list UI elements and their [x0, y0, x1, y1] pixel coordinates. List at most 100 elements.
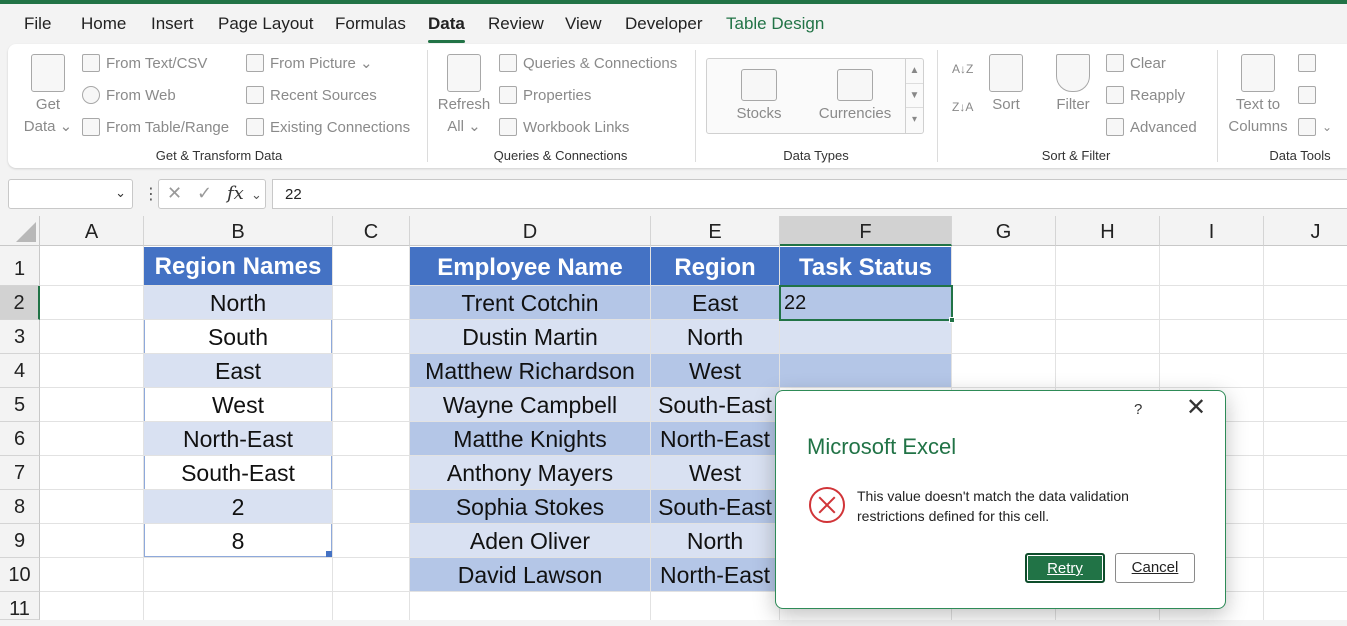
- existing-connections-button[interactable]: Existing Connections: [246, 118, 410, 136]
- region-cell[interactable]: South-East: [144, 456, 332, 489]
- region-cell[interactable]: 8: [144, 524, 332, 557]
- region-cell[interactable]: 2: [144, 490, 332, 523]
- retry-button[interactable]: Retry: [1025, 553, 1105, 583]
- region-header[interactable]: Region: [651, 247, 779, 285]
- employee-name-cell[interactable]: Matthe Knights: [410, 422, 650, 455]
- gallery-more-icon[interactable]: ▾: [906, 108, 923, 133]
- tab-formulas[interactable]: Formulas: [335, 14, 406, 34]
- col-header-d[interactable]: D: [410, 216, 651, 246]
- formula-input[interactable]: 22: [272, 179, 1347, 209]
- employee-region-cell[interactable]: North-East: [651, 422, 779, 455]
- col-header-h[interactable]: H: [1056, 216, 1160, 246]
- task-status-cell[interactable]: [780, 320, 951, 353]
- employee-region-cell[interactable]: East: [651, 286, 779, 319]
- task-status-header[interactable]: Task Status: [780, 247, 951, 285]
- region-cell[interactable]: East: [144, 354, 332, 387]
- gallery-scroll[interactable]: ▲ ▼ ▾: [905, 59, 923, 133]
- col-header-i[interactable]: I: [1160, 216, 1264, 246]
- workbook-links-button[interactable]: Workbook Links: [499, 118, 629, 136]
- chevron-down-icon[interactable]: ⌄: [251, 187, 262, 203]
- remove-duplicates-button[interactable]: [1298, 86, 1322, 104]
- from-picture-button[interactable]: From Picture ⌄: [246, 54, 373, 72]
- data-validation-button[interactable]: ⌄: [1298, 118, 1332, 136]
- region-names-header[interactable]: Region Names: [144, 247, 332, 285]
- col-header-c[interactable]: C: [333, 216, 410, 246]
- recent-sources-button[interactable]: Recent Sources: [246, 86, 377, 104]
- name-box[interactable]: ⌄: [8, 179, 133, 209]
- queries-connections-button[interactable]: Queries & Connections: [499, 54, 677, 72]
- region-cell[interactable]: North-East: [144, 422, 332, 455]
- row-header-3[interactable]: 3: [0, 320, 40, 354]
- row-header-10[interactable]: 10: [0, 558, 40, 592]
- employee-region-cell[interactable]: North: [651, 524, 779, 557]
- tab-review[interactable]: Review: [488, 14, 544, 34]
- text-to-columns-button[interactable]: Text to Columns: [1226, 54, 1290, 138]
- scroll-up-icon[interactable]: ▲: [906, 59, 923, 84]
- employee-region-cell[interactable]: West: [651, 354, 779, 387]
- employee-name-cell[interactable]: Trent Cotchin: [410, 286, 650, 319]
- tab-insert[interactable]: Insert: [151, 14, 194, 34]
- close-icon[interactable]: ✕: [1186, 396, 1206, 420]
- tab-file[interactable]: File: [24, 14, 51, 34]
- filter-button[interactable]: Filter: [1050, 54, 1096, 116]
- row-header-5[interactable]: 5: [0, 388, 40, 422]
- employee-region-cell[interactable]: South-East: [651, 388, 779, 421]
- employee-name-cell[interactable]: David Lawson: [410, 558, 650, 591]
- col-header-j[interactable]: J: [1264, 216, 1347, 246]
- cancel-button[interactable]: Cancel: [1115, 553, 1195, 583]
- row-header-6[interactable]: 6: [0, 422, 40, 456]
- col-header-e[interactable]: E: [651, 216, 780, 246]
- tab-view[interactable]: View: [565, 14, 602, 34]
- get-data-button[interactable]: Get Data ⌄: [22, 54, 74, 138]
- row-header-8[interactable]: 8: [0, 490, 40, 524]
- from-text-csv-button[interactable]: From Text/CSV: [82, 54, 207, 72]
- row-header-1[interactable]: 1: [0, 246, 40, 286]
- currencies-button[interactable]: Currencies: [817, 69, 893, 125]
- row-header-4[interactable]: 4: [0, 354, 40, 388]
- region-cell[interactable]: South: [144, 320, 332, 353]
- stocks-button[interactable]: Stocks: [729, 69, 789, 125]
- task-status-cell[interactable]: [780, 354, 951, 387]
- clear-filter-button[interactable]: Clear: [1106, 54, 1166, 72]
- tab-table-design[interactable]: Table Design: [726, 14, 824, 34]
- col-header-f[interactable]: F: [780, 216, 952, 246]
- region-cell[interactable]: North: [144, 286, 332, 319]
- employee-name-header[interactable]: Employee Name: [410, 247, 650, 285]
- row-header-11[interactable]: 11: [0, 592, 40, 620]
- sort-ascending-button[interactable]: A↓Z: [952, 62, 980, 84]
- employee-name-cell[interactable]: Wayne Campbell: [410, 388, 650, 421]
- row-header-9[interactable]: 9: [0, 524, 40, 558]
- employee-name-cell[interactable]: Anthony Mayers: [410, 456, 650, 489]
- employee-region-cell[interactable]: West: [651, 456, 779, 489]
- properties-button[interactable]: Properties: [499, 86, 591, 104]
- tab-developer[interactable]: Developer: [625, 14, 703, 34]
- employee-name-cell[interactable]: Matthew Richardson: [410, 354, 650, 387]
- employee-name-cell[interactable]: Sophia Stokes: [410, 490, 650, 523]
- tab-data[interactable]: Data: [428, 14, 465, 43]
- sort-descending-button[interactable]: Z↓A: [952, 100, 980, 122]
- chevron-down-icon[interactable]: ⌄: [115, 185, 126, 201]
- tab-page-layout[interactable]: Page Layout: [218, 14, 313, 34]
- select-all-button[interactable]: [0, 216, 40, 246]
- row-header-7[interactable]: 7: [0, 456, 40, 490]
- col-header-b[interactable]: B: [144, 216, 333, 246]
- insert-function-icon[interactable]: fx: [227, 183, 244, 204]
- scroll-down-icon[interactable]: ▼: [906, 84, 923, 109]
- help-button[interactable]: ?: [1134, 401, 1142, 418]
- table-resize-handle[interactable]: [326, 551, 332, 557]
- employee-region-cell[interactable]: South-East: [651, 490, 779, 523]
- flash-fill-button[interactable]: [1298, 54, 1322, 72]
- from-web-button[interactable]: From Web: [82, 86, 176, 104]
- employee-name-cell[interactable]: Aden Oliver: [410, 524, 650, 557]
- reapply-button[interactable]: Reapply: [1106, 86, 1185, 104]
- employee-region-cell[interactable]: North: [651, 320, 779, 353]
- sort-button[interactable]: Sort: [984, 54, 1028, 116]
- col-header-g[interactable]: G: [952, 216, 1056, 246]
- from-table-range-button[interactable]: From Table/Range: [82, 118, 229, 136]
- employee-region-cell[interactable]: North-East: [651, 558, 779, 591]
- col-header-a[interactable]: A: [40, 216, 144, 246]
- advanced-filter-button[interactable]: Advanced: [1106, 118, 1197, 136]
- cancel-entry-icon[interactable]: ✕: [167, 183, 182, 204]
- employee-name-cell[interactable]: Dustin Martin: [410, 320, 650, 353]
- refresh-all-button[interactable]: Refresh All ⌄: [436, 54, 492, 138]
